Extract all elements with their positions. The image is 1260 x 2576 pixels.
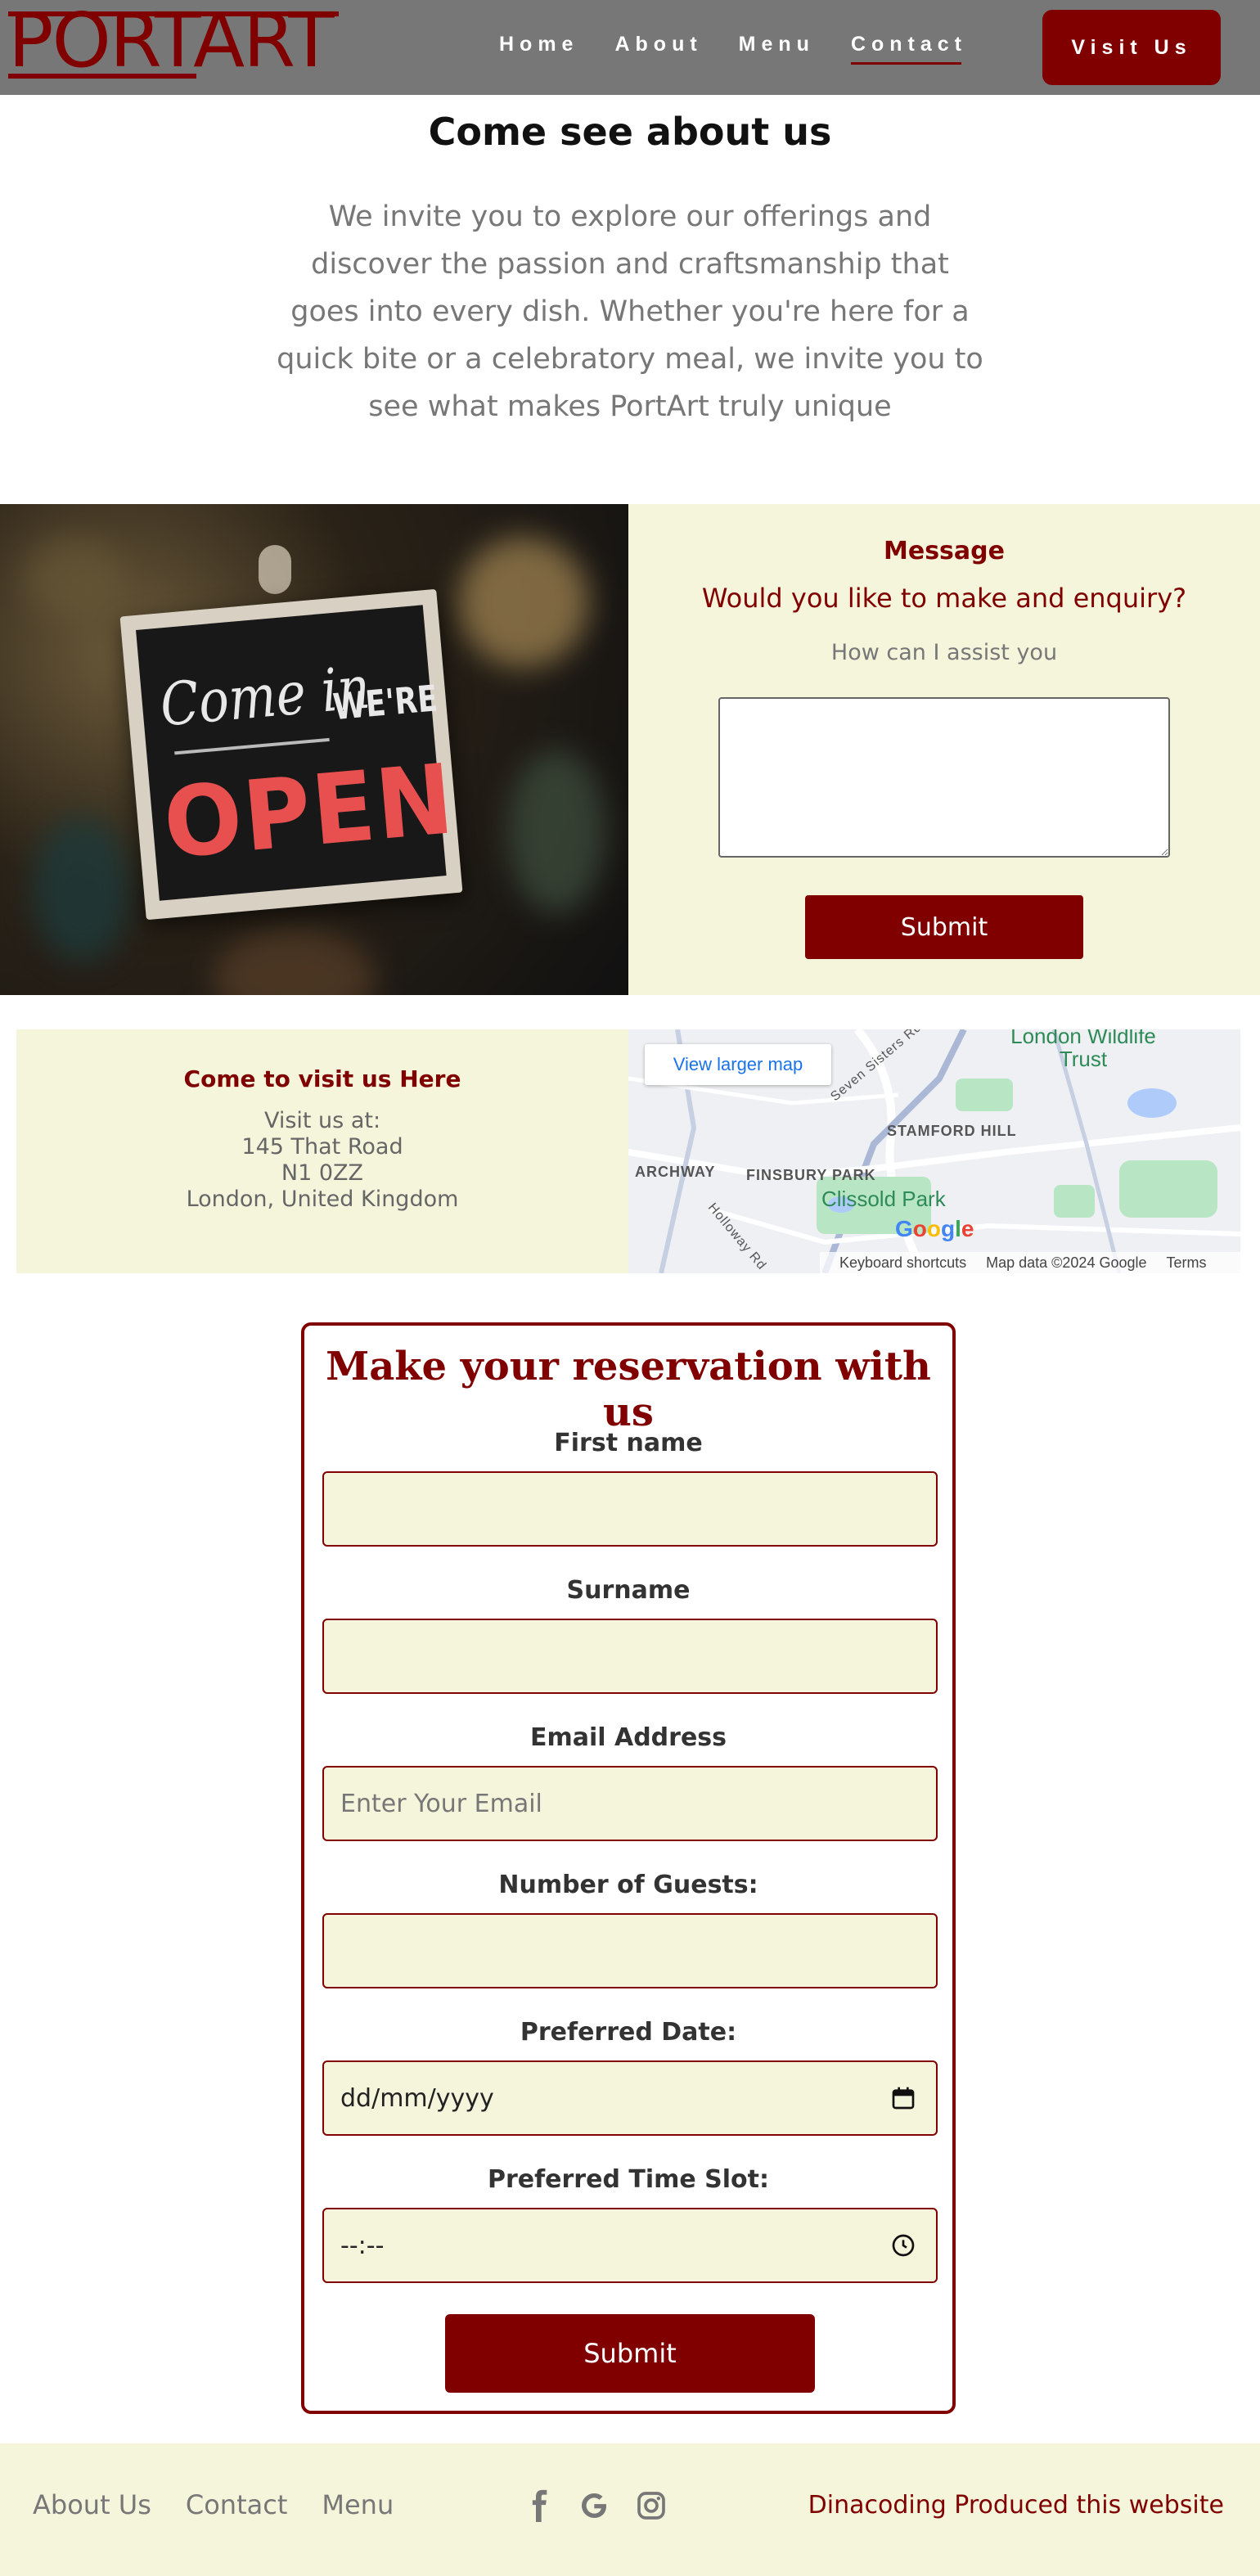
email-placeholder: Enter Your Email xyxy=(340,1789,542,1818)
guests-input[interactable] xyxy=(322,1913,938,1988)
footer-links: About Us Contact Menu xyxy=(33,2489,428,2520)
surname-input[interactable] xyxy=(322,1619,938,1694)
date-value: dd/mm/yyyy xyxy=(340,2083,494,2113)
surname-label: Surname xyxy=(566,1576,691,1605)
address-street: 145 That Road xyxy=(241,1134,403,1160)
reservation-form: Make your reservation with us First name… xyxy=(301,1322,956,2414)
open-sign-photo: Come in WE'RE OPEN xyxy=(0,504,628,995)
google-logo: Google xyxy=(895,1216,974,1241)
message-panel: Message Would you like to make and enqui… xyxy=(628,504,1260,995)
map-footer: Keyboard shortcuts Map data ©2024 Google… xyxy=(820,1252,1240,1273)
nav-about[interactable]: About xyxy=(614,31,702,64)
nav-links: Home About Menu Contact xyxy=(499,31,1003,65)
guests-label: Number of Guests: xyxy=(498,1871,758,1899)
reservation-submit-button[interactable]: Submit xyxy=(445,2314,815,2393)
footer-link-about-us[interactable]: About Us xyxy=(33,2489,151,2520)
navbar: PORTART Home About Menu Contact Visit Us xyxy=(0,0,1260,95)
address-postcode: N1 0ZZ xyxy=(281,1160,364,1186)
footer-credit: Dinacoding Produced this website xyxy=(808,2491,1224,2520)
map-data-credit: Map data ©2024 Google xyxy=(986,1254,1147,1271)
map-label-finsbury-park: FINSBURY PARK xyxy=(746,1167,876,1183)
email-label: Email Address xyxy=(529,1723,727,1752)
visit-title: Come to visit us Here xyxy=(183,1065,461,1092)
date-input[interactable]: dd/mm/yyyy xyxy=(322,2060,938,2136)
address-city: London, United Kingdom xyxy=(186,1187,459,1212)
sign-open: OPEN xyxy=(159,742,459,880)
map-label-clissold-park: Clissold Park xyxy=(821,1187,946,1211)
nav-home[interactable]: Home xyxy=(499,31,578,64)
time-label: Preferred Time Slot: xyxy=(487,2165,770,2194)
intro-text: We invite you to explore our offerings a… xyxy=(277,200,983,423)
visit-us-button[interactable]: Visit Us xyxy=(1042,10,1221,85)
map-label-stamford-hill: STAMFORD HILL xyxy=(887,1123,1017,1139)
message-submit-button[interactable]: Submit xyxy=(805,895,1083,959)
footer-link-menu[interactable]: Menu xyxy=(322,2489,394,2520)
visit-panel: Come to visit us Here Visit us at: 145 T… xyxy=(16,1029,628,1273)
embedded-map[interactable]: View larger map London Wildlife Trust ST… xyxy=(628,1029,1240,1273)
email-input[interactable]: Enter Your Email xyxy=(322,1766,938,1841)
first-name-label: First name xyxy=(554,1429,703,1457)
map-label-wildlife: London Wildlife Trust xyxy=(1010,1029,1156,1071)
message-textarea[interactable] xyxy=(718,697,1170,858)
sign-hook xyxy=(259,545,291,594)
logo-overline xyxy=(8,11,339,16)
footer-link-contact[interactable]: Contact xyxy=(186,2489,288,2520)
page-title: Come see about us xyxy=(428,110,832,154)
logo-underline xyxy=(8,74,196,79)
date-label: Preferred Date: xyxy=(520,2018,737,2047)
footer: About Us Contact Menu Dinacoding Produce… xyxy=(0,2443,1260,2576)
logo[interactable]: PORTART xyxy=(8,0,339,83)
view-larger-map-link[interactable]: View larger map xyxy=(645,1044,831,1085)
open-sign: Come in WE'RE OPEN xyxy=(119,588,463,921)
reservation-title: Make your reservation with us xyxy=(326,1344,931,1435)
google-icon[interactable] xyxy=(578,2489,610,2522)
sign-were: WE'RE xyxy=(331,678,439,729)
nav-contact[interactable]: Contact xyxy=(850,31,967,65)
time-input[interactable]: --:-- xyxy=(322,2208,938,2283)
clock-icon[interactable] xyxy=(890,2232,916,2259)
instagram-icon[interactable] xyxy=(635,2489,668,2522)
map-keyboard-shortcuts[interactable]: Keyboard shortcuts xyxy=(839,1254,966,1272)
nav-menu[interactable]: Menu xyxy=(739,31,815,64)
calendar-icon[interactable] xyxy=(890,2085,916,2111)
message-subtitle: How can I assist you xyxy=(830,640,1058,665)
map-terms[interactable]: Terms xyxy=(1167,1254,1207,1272)
visit-intro: Visit us at: xyxy=(263,1108,381,1133)
facebook-icon[interactable] xyxy=(524,2489,556,2522)
first-name-input[interactable] xyxy=(322,1471,938,1547)
time-value: --:-- xyxy=(340,2231,385,2260)
message-label: Message xyxy=(884,537,1005,565)
map-label-archway: ARCHWAY xyxy=(635,1164,716,1180)
message-title: Would you like to make and enquiry? xyxy=(701,583,1187,614)
